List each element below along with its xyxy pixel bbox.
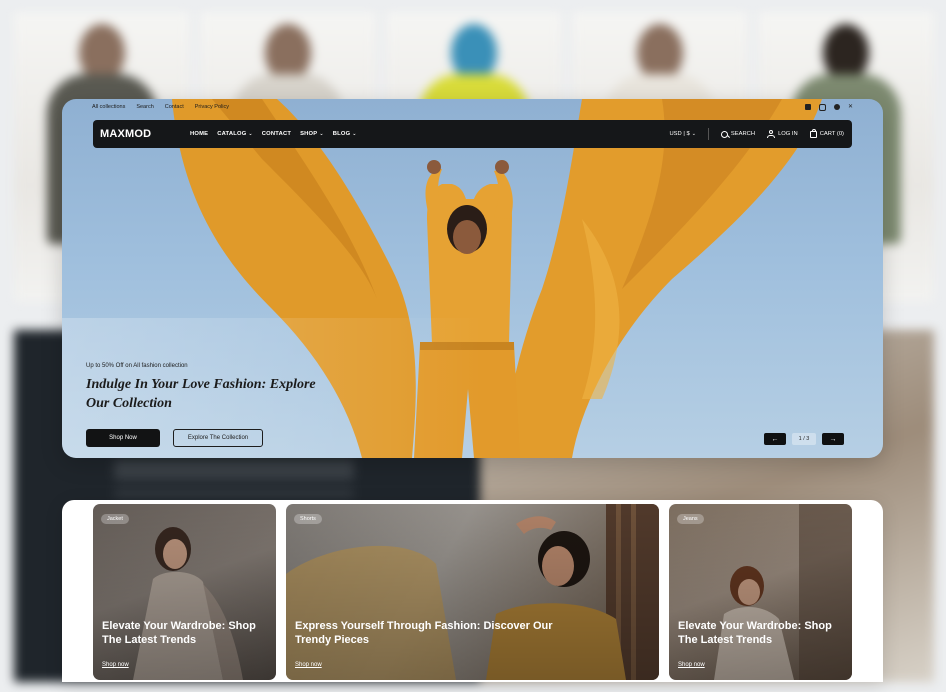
pinterest-icon[interactable] bbox=[833, 103, 840, 110]
shop-now-button[interactable]: Shop Now bbox=[86, 429, 160, 447]
topbar-link-search[interactable]: Search bbox=[136, 104, 153, 110]
cart-label: CART (0) bbox=[819, 131, 844, 137]
shop-now-link[interactable]: Shop now bbox=[102, 662, 129, 668]
x-icon[interactable]: ✕ bbox=[848, 104, 853, 111]
shop-now-link[interactable]: Shop now bbox=[678, 662, 705, 668]
user-icon bbox=[767, 130, 776, 138]
nav-item-label: BLOG bbox=[332, 131, 351, 137]
chevron-down-icon: ⌄ bbox=[319, 131, 324, 137]
shop-now-link[interactable]: Shop now bbox=[295, 662, 322, 668]
chevron-down-icon: ⌄ bbox=[248, 131, 253, 137]
category-card-jeans[interactable]: Jeans Elevate Your Wardrobe: Shop The La… bbox=[669, 504, 852, 680]
nav-item-label: SHOP bbox=[300, 131, 318, 137]
topbar-link-privacy-policy[interactable]: Privacy Policy bbox=[195, 104, 229, 110]
chevron-down-icon: ⌄ bbox=[352, 131, 357, 137]
slider-prev-button[interactable]: ← bbox=[764, 433, 786, 445]
nav-item-catalog[interactable]: CATALOG ⌄ bbox=[217, 131, 253, 137]
shopping-bag-icon bbox=[809, 128, 817, 138]
explore-collection-button[interactable]: Explore The Collection bbox=[173, 429, 263, 447]
facebook-icon[interactable] bbox=[804, 103, 811, 110]
hero-banner: All collections Search Contact Privacy P… bbox=[62, 99, 883, 458]
chevron-down-icon: ⌄ bbox=[691, 131, 696, 137]
category-card-shorts[interactable]: Shorts Express Yourself Through Fashion:… bbox=[286, 504, 659, 680]
login-label: LOG IN bbox=[778, 131, 798, 137]
topbar-link-contact[interactable]: Contact bbox=[165, 104, 184, 110]
hero-promo-text: Up to 50% Off on All fashion collection bbox=[86, 363, 188, 369]
category-tag: Jeans bbox=[677, 514, 704, 524]
category-card-jacket[interactable]: Jacket Elevate Your Wardrobe: Shop The L… bbox=[93, 504, 276, 680]
currency-selector[interactable]: USD | $ ⌄ bbox=[669, 131, 695, 137]
cart-button[interactable]: CART (0) bbox=[809, 128, 844, 138]
utility-bar: All collections Search Contact Privacy P… bbox=[92, 101, 853, 113]
search-icon bbox=[720, 130, 728, 138]
slider-controls: ← 1 / 3 → bbox=[764, 433, 844, 445]
category-section: Jacket Elevate Your Wardrobe: Shop The L… bbox=[62, 500, 883, 682]
search-button[interactable]: SEARCH bbox=[720, 130, 756, 138]
topbar-link-all-collections[interactable]: All collections bbox=[92, 104, 125, 110]
site-logo[interactable]: MAXMOD bbox=[100, 128, 190, 140]
main-navbar: MAXMOD HOME CATALOG ⌄ CONTACT SHOP ⌄ BLOG ⌄… bbox=[93, 120, 852, 148]
nav-item-label: HOME bbox=[190, 131, 209, 137]
login-button[interactable]: LOG IN bbox=[767, 130, 798, 138]
nav-item-label: CONTACT bbox=[261, 131, 292, 137]
slider-page-indicator: 1 / 3 bbox=[792, 433, 816, 445]
category-tag: Shorts bbox=[294, 514, 322, 524]
nav-item-home[interactable]: HOME bbox=[190, 131, 208, 137]
nav-item-label: CATALOG bbox=[217, 131, 247, 137]
slider-next-button[interactable]: → bbox=[822, 433, 844, 445]
arrow-left-icon: ← bbox=[771, 435, 779, 443]
nav-item-contact[interactable]: CONTACT bbox=[262, 131, 291, 137]
category-title: Express Yourself Through Fashion: Discov… bbox=[295, 620, 553, 646]
nav-item-blog[interactable]: BLOG ⌄ bbox=[333, 131, 357, 137]
nav-menu: HOME CATALOG ⌄ CONTACT SHOP ⌄ BLOG ⌄ bbox=[190, 131, 357, 137]
currency-label: USD | $ bbox=[669, 131, 690, 137]
category-title: Elevate Your Wardrobe: Shop The Latest T… bbox=[102, 620, 256, 646]
arrow-right-icon: → bbox=[829, 435, 837, 443]
instagram-icon[interactable] bbox=[818, 103, 826, 111]
nav-divider bbox=[707, 128, 709, 140]
hero-headline: Indulge In Your Love Fashion: Explore Ou… bbox=[86, 377, 316, 411]
search-label: SEARCH bbox=[730, 131, 756, 137]
nav-item-shop[interactable]: SHOP ⌄ bbox=[300, 131, 324, 137]
category-tag: Jacket bbox=[101, 514, 129, 524]
category-title: Elevate Your Wardrobe: Shop The Latest T… bbox=[678, 620, 832, 646]
